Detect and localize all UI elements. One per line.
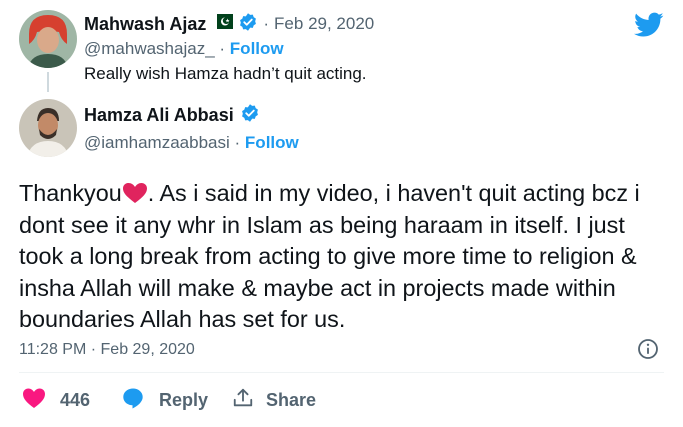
parent-handle-dot: · <box>219 39 226 58</box>
parent-avatar[interactable] <box>19 10 77 68</box>
main-handle-dot: · <box>234 133 241 152</box>
heart-emoji-icon <box>122 181 148 203</box>
parent-date[interactable]: Feb 29, 2020 <box>274 14 374 34</box>
thread-line <box>47 72 49 92</box>
info-icon[interactable] <box>637 338 659 360</box>
reply-label: Reply <box>159 389 209 410</box>
parent-handle-row: @mahwashajaz_ · Follow <box>84 39 284 59</box>
main-handle-row: @iamhamzaabbasi · Follow <box>84 133 299 153</box>
parent-handle[interactable]: @mahwashajaz_ <box>84 39 215 58</box>
main-header: Hamza Ali Abbasi <box>84 103 260 127</box>
verified-badge-icon <box>240 103 260 128</box>
share-label: Share <box>266 389 317 410</box>
reply-button[interactable]: Reply <box>121 387 208 413</box>
main-handle[interactable]: @iamhamzaabbasi <box>84 133 230 152</box>
parent-tweet-text: Really wish Hamza hadn’t quit acting. <box>84 64 367 83</box>
parent-header: Mahwash Ajaz · Feb 29, 2020 <box>84 12 374 36</box>
divider <box>19 372 664 373</box>
pakistan-flag-icon <box>211 14 234 34</box>
heart-icon <box>22 387 46 414</box>
share-icon <box>232 387 254 414</box>
tweet-timestamp[interactable]: 11:28 PM · Feb 29, 2020 <box>19 341 195 359</box>
verified-badge-icon <box>238 12 258 37</box>
twitter-bird-icon[interactable] <box>634 12 664 38</box>
parent-author-name[interactable]: Mahwash Ajaz <box>84 14 206 35</box>
share-button[interactable]: Share <box>232 387 316 413</box>
main-tweet-text: Thankyou. As i said in my video, i haven… <box>19 178 669 336</box>
parent-date-separator: · <box>263 14 270 33</box>
parent-follow-link[interactable]: Follow <box>230 39 284 58</box>
main-author-avatar[interactable] <box>19 99 77 157</box>
main-author-name[interactable]: Hamza Ali Abbasi <box>84 105 234 126</box>
like-button[interactable]: 446 <box>22 387 90 413</box>
tweet-text-prefix: Thankyou <box>19 180 122 206</box>
reply-bubble-icon <box>121 386 145 415</box>
like-count: 446 <box>60 389 91 410</box>
main-follow-link[interactable]: Follow <box>245 133 299 152</box>
